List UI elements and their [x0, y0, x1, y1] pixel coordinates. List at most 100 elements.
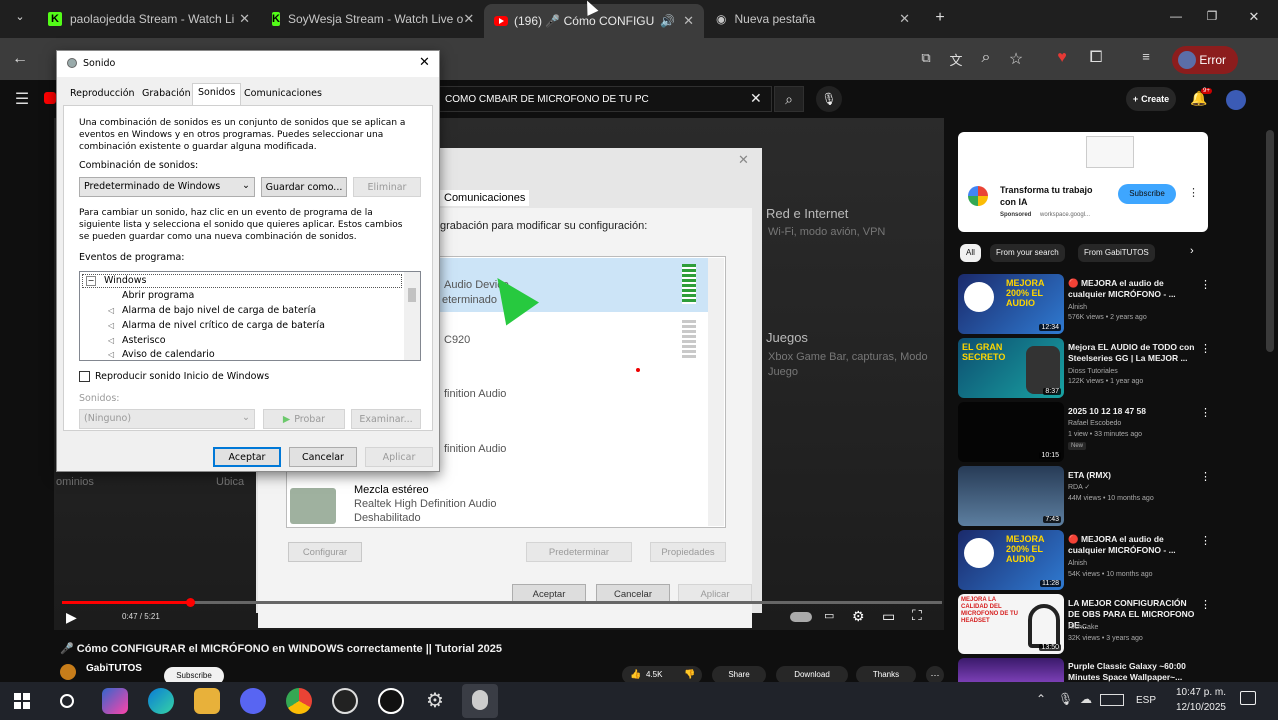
chip-all[interactable]: All — [960, 244, 981, 262]
chip-from-channel[interactable]: From GabiTUTOS — [1078, 244, 1155, 262]
like-icon[interactable]: 👍 — [630, 669, 641, 680]
more-icon[interactable]: ⋮ — [1200, 406, 1211, 419]
tray-chevron-icon[interactable]: ⌃ — [1036, 692, 1046, 706]
media-icon[interactable]: ≡ — [1134, 49, 1158, 64]
close-icon[interactable]: ✕ — [683, 13, 694, 29]
list-item[interactable]: Windows — [104, 275, 146, 287]
video-link-title[interactable]: 🔴 MEJORA el audio de cualquier MICRÓFONO… — [1068, 278, 1198, 300]
close-icon[interactable]: ✕ — [239, 11, 250, 27]
search-icon[interactable] — [60, 694, 74, 708]
translate-icon[interactable]: 文 — [944, 50, 968, 69]
list-item[interactable]: Asterisco — [122, 335, 166, 347]
ok-button[interactable]: Aceptar — [213, 447, 281, 467]
file-explorer-icon[interactable] — [194, 688, 220, 714]
zoom-icon[interactable]: ⌕ — [974, 49, 998, 67]
close-window-icon[interactable]: ✕ — [1242, 9, 1266, 25]
thumbnail[interactable]: MEJORA 200% EL AUDIO 12:34 — [958, 274, 1064, 334]
thumbnail[interactable]: EL GRAN SECRETO 8:37 — [958, 338, 1064, 398]
voice-search-icon[interactable]: 🎙 — [816, 86, 842, 112]
edge-icon[interactable] — [148, 688, 174, 714]
list-item[interactable]: Aviso de calendario — [122, 349, 215, 361]
tab-search-icon[interactable]: ⌄ — [8, 10, 32, 23]
captions-icon[interactable]: ▭ — [824, 609, 834, 622]
thumbnail[interactable]: MEJORA 200% EL AUDIO 11:28 — [958, 530, 1064, 590]
copilot-icon[interactable] — [102, 688, 128, 714]
chrome-icon[interactable] — [286, 688, 312, 714]
scrollbar-thumb[interactable] — [408, 288, 416, 302]
play-icon[interactable]: ▶ — [66, 609, 77, 626]
startup-sound-checkbox[interactable] — [79, 371, 90, 382]
tab-grabacion[interactable]: Grabación — [137, 85, 196, 105]
fullscreen-icon[interactable]: ⛶ — [912, 607, 922, 624]
keyboard-icon[interactable] — [1100, 694, 1124, 706]
dislike-icon[interactable]: 👎 — [684, 669, 695, 680]
chevron-right-icon[interactable]: › — [1190, 245, 1194, 257]
list-scrollbar[interactable] — [404, 272, 420, 360]
language-indicator[interactable]: ESP — [1136, 695, 1156, 706]
search-button[interactable]: ⌕ — [774, 86, 804, 112]
thumbnail[interactable]: MEJORA LA CALIDAD DEL MICROFONO DE TU HE… — [958, 594, 1064, 654]
search-input[interactable]: COMO CMBAIR DE MICROFONO DE TU PC — [436, 86, 772, 112]
video-link-title[interactable]: 2025 10 12 18 47 58 — [1068, 406, 1198, 417]
more-icon[interactable]: ⋮ — [1200, 342, 1211, 355]
extensions-icon[interactable]: ⧠ — [1084, 49, 1108, 67]
thumbnail[interactable]: 7:43 — [958, 466, 1064, 526]
tab-4[interactable]: ◉ Nueva pestaña ✕ — [706, 0, 920, 38]
video-link-title[interactable]: ETA (RMX) — [1068, 470, 1198, 481]
new-tab-icon[interactable]: + — [928, 9, 952, 27]
heart-extension-icon[interactable]: ♥ — [1050, 49, 1074, 67]
active-app-highlight[interactable] — [462, 684, 498, 718]
tab-2[interactable]: K SoyWesja Stream - Watch Live o ✕ — [262, 0, 482, 38]
more-icon[interactable]: ⋮ — [1200, 598, 1211, 611]
speaker-icon[interactable]: 🔊 — [660, 14, 675, 28]
progress-scrubber[interactable] — [186, 598, 195, 607]
theater-icon[interactable]: ▭ — [882, 608, 895, 625]
events-list[interactable]: − Windows Abrir programa ◁ Alarma de baj… — [79, 271, 421, 361]
video-link-title[interactable]: Purple Classic Galaxy ~60:00 Minutes Spa… — [1068, 661, 1198, 683]
video-link-title[interactable]: Mejora EL AUDIO de TODO con Steelseries … — [1068, 342, 1198, 364]
close-icon[interactable]: ✕ — [899, 11, 910, 27]
channel-avatar[interactable] — [60, 664, 76, 680]
close-icon[interactable]: ✕ — [419, 55, 430, 70]
list-item[interactable]: Abrir programa — [122, 290, 194, 302]
tab-sonidos[interactable]: Sonidos — [192, 83, 242, 106]
create-button[interactable]: + Create — [1126, 87, 1176, 111]
cancel-button[interactable]: Cancelar — [289, 447, 357, 467]
clear-search-icon[interactable]: ✕ — [750, 90, 762, 107]
account-avatar[interactable] — [1226, 90, 1246, 110]
tray-app-icon[interactable]: ☁ — [1080, 692, 1092, 706]
mic-tray-icon[interactable]: 🎙 — [1058, 692, 1073, 706]
obs-icon[interactable] — [332, 688, 358, 714]
autoplay-toggle[interactable] — [790, 612, 812, 622]
youtube-logo-icon[interactable] — [44, 92, 56, 104]
ad-subscribe-button[interactable]: Subscribe — [1118, 184, 1176, 204]
tab-1[interactable]: K paolaojedda Stream - Watch Li ✕ — [38, 0, 260, 38]
install-icon[interactable]: ⧉ — [914, 50, 938, 66]
channel-name[interactable]: GabiTUTOS — [86, 663, 142, 674]
video-link-title[interactable]: 🔴 MEJORA el audio de cualquier MICRÓFONO… — [1068, 534, 1198, 556]
collapse-icon[interactable]: − — [86, 276, 96, 286]
more-icon[interactable]: ⋮ — [1200, 470, 1211, 483]
menu-icon[interactable]: ☰ — [10, 89, 34, 109]
page-scrollbar[interactable] — [1266, 130, 1274, 352]
scheme-select[interactable]: Predeterminado de Windows ⌄ — [79, 177, 255, 197]
discord-icon[interactable] — [240, 688, 266, 714]
list-item[interactable]: Alarma de nivel crítico de carga de bate… — [122, 320, 325, 332]
thumbnail[interactable] — [958, 658, 1064, 682]
more-icon[interactable]: ⋮ — [1188, 186, 1199, 199]
settings-icon[interactable]: ⚙ — [426, 688, 444, 713]
save-as-button[interactable]: Guardar como... — [261, 177, 347, 197]
profile-error-button[interactable]: Error — [1172, 46, 1238, 74]
thumbnail[interactable]: 10:15 — [958, 402, 1064, 462]
more-icon[interactable]: ⋮ — [1200, 534, 1211, 547]
tab-comunicaciones[interactable]: Comunicaciones — [239, 85, 327, 105]
close-icon[interactable]: ✕ — [463, 11, 474, 27]
app-icon[interactable] — [378, 688, 404, 714]
clock-date[interactable]: 12/10/2025 — [1168, 702, 1226, 713]
more-icon[interactable]: ⋮ — [1200, 278, 1211, 291]
chip-from-search[interactable]: From your search — [990, 244, 1065, 262]
restore-icon[interactable]: ❐ — [1200, 9, 1224, 23]
notification-center-icon[interactable] — [1240, 691, 1256, 705]
tab-reproduccion[interactable]: Reproducción — [65, 85, 140, 105]
back-icon[interactable]: ← — [8, 50, 32, 68]
